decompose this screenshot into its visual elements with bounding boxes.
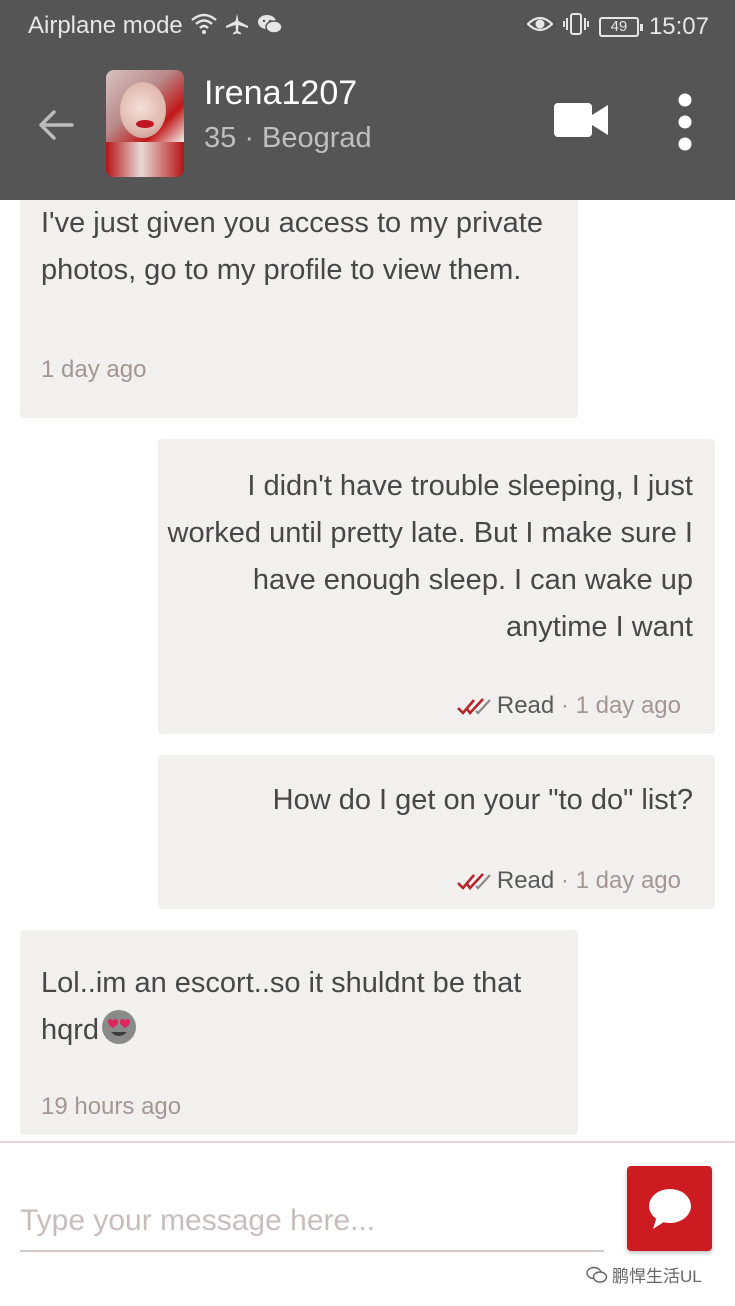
- meta-separator: ·: [554, 692, 576, 719]
- back-button[interactable]: [36, 105, 76, 145]
- message-text: I've just given you access to my private…: [41, 207, 543, 286]
- wechat-icon: [586, 1266, 608, 1283]
- message-text: I didn't have trouble sleeping, I just w…: [167, 470, 693, 643]
- message-meta: Read · 1 day ago: [456, 682, 681, 729]
- composer-divider: [0, 1141, 735, 1143]
- message-incoming[interactable]: I've just given you access to my private…: [20, 200, 578, 418]
- double-check-icon: [456, 872, 491, 890]
- send-button[interactable]: [627, 1166, 712, 1251]
- vibrate-icon: [562, 12, 589, 41]
- video-call-button[interactable]: [552, 100, 610, 140]
- heart-eyes-emoji-icon: [102, 1010, 137, 1044]
- watermark: 鹏悍生活UL: [586, 1262, 702, 1287]
- user-name[interactable]: Irena1207: [204, 74, 357, 113]
- composer: [20, 1192, 604, 1252]
- eye-icon: [526, 14, 554, 39]
- message-meta: Read · 1 day ago: [456, 857, 681, 904]
- battery-indicator: 49: [598, 16, 643, 37]
- status-left: Airplane mode: [28, 12, 283, 40]
- message-time: 1 day ago: [575, 692, 681, 719]
- airplane-icon: [225, 13, 249, 40]
- message-time: 1 day ago: [575, 867, 681, 894]
- message-list[interactable]: I've just given you access to my private…: [0, 200, 735, 1140]
- message-input[interactable]: [20, 1196, 604, 1246]
- double-check-icon: [456, 697, 491, 715]
- avatar-shirt: [106, 142, 184, 177]
- read-status: Read: [496, 692, 555, 719]
- message-outgoing[interactable]: I didn't have trouble sleeping, I just w…: [158, 439, 715, 734]
- message-incoming[interactable]: Lol..im an escort..so it shuldnt be that…: [20, 930, 578, 1135]
- message-time: 19 hours ago: [41, 1093, 182, 1120]
- more-options-button[interactable]: [670, 92, 700, 152]
- watermark-text: 鹏悍生活UL: [612, 1267, 702, 1286]
- status-time: 15:07: [648, 12, 709, 40]
- video-camera-icon: [554, 103, 608, 137]
- chat-header: Irena1207 35 · Beograd: [0, 50, 735, 200]
- message-text: How do I get on your "to do" list?: [272, 784, 693, 816]
- status-bar: Airplane mode 49 15:07: [0, 0, 735, 50]
- message-text-wrap: Lol..im an escort..so it shuldnt be that…: [20, 930, 578, 1054]
- status-right: 49 15:07: [526, 12, 709, 41]
- airplane-mode-label: Airplane mode: [28, 12, 183, 39]
- back-arrow-icon: [39, 110, 74, 140]
- wifi-icon: [190, 13, 217, 40]
- meta-separator: ·: [554, 867, 576, 894]
- user-meta: 35 · Beograd: [204, 122, 372, 154]
- wechat-icon: [257, 13, 283, 40]
- avatar[interactable]: [106, 70, 184, 177]
- read-status: Read: [496, 867, 555, 894]
- chat-bubble-icon: [649, 1189, 691, 1229]
- avatar-lips: [136, 120, 154, 128]
- avatar-face: [120, 82, 166, 138]
- message-time: 1 day ago: [41, 356, 147, 383]
- message-outgoing[interactable]: How do I get on your "to do" list? Read …: [158, 755, 715, 909]
- more-vertical-icon: [678, 93, 692, 151]
